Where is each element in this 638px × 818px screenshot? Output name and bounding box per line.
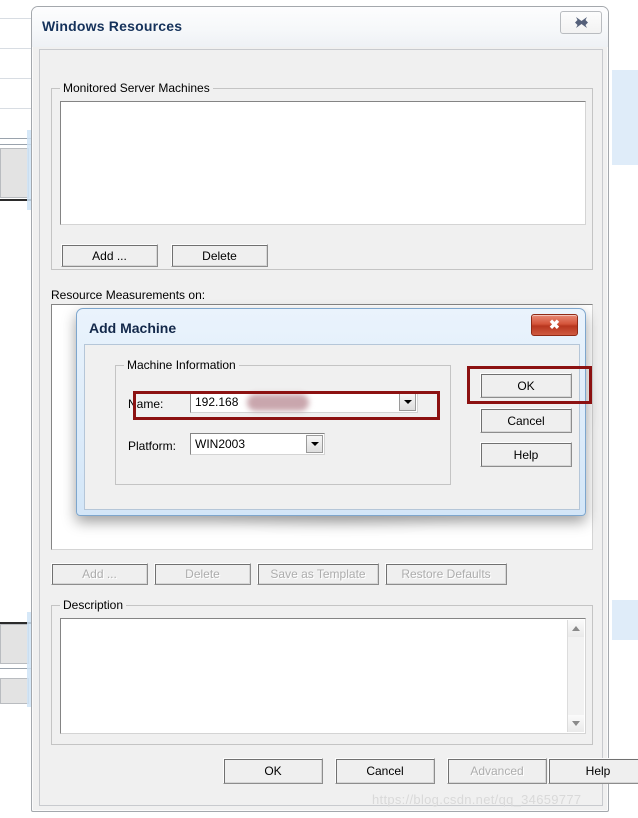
ok-button[interactable]: OK (223, 758, 323, 784)
triangle-down-icon[interactable] (568, 715, 584, 732)
platform-value: WIN2003 (195, 437, 246, 451)
bg-rule (0, 108, 31, 109)
screenshot-root: Windows Resources Monitored Server Machi… (0, 0, 638, 818)
add-machine-button[interactable]: Add ... (61, 244, 158, 267)
dialog-help-button[interactable]: Help (480, 442, 572, 467)
description-group: Description (51, 598, 593, 745)
description-textarea[interactable] (60, 618, 586, 734)
chevron-down-icon[interactable] (306, 435, 323, 453)
chevron-down-icon[interactable] (399, 393, 416, 411)
cancel-button[interactable]: Cancel (335, 758, 435, 784)
bg-glow (612, 600, 638, 640)
resource-measurements-label: Resource Measurements on: (51, 288, 206, 302)
description-legend: Description (60, 598, 127, 612)
platform-combobox[interactable]: WIN2003 (190, 433, 325, 455)
close-x-icon[interactable] (560, 11, 602, 34)
window-title: Windows Resources (42, 18, 183, 34)
restore-defaults-button: Restore Defaults (385, 563, 507, 585)
dialog-title: Add Machine (89, 320, 177, 336)
monitored-machines-list[interactable] (60, 101, 586, 225)
bg-rule (0, 18, 31, 19)
machine-information-group: Machine Information Name: 192.168 Platfo… (115, 358, 451, 485)
name-label: Name: (128, 397, 164, 411)
bg-panel (0, 678, 29, 704)
name-value: 192.168 (195, 395, 239, 409)
monitored-server-machines-legend: Monitored Server Machines (60, 81, 213, 95)
triangle-up-icon[interactable] (568, 620, 584, 637)
bg-panel (0, 148, 29, 198)
advanced-button: Advanced (447, 758, 547, 784)
machine-information-legend: Machine Information (124, 358, 239, 372)
description-scrollbar[interactable] (567, 620, 584, 732)
bg-panel (0, 624, 29, 664)
delete-machine-button[interactable]: Delete (171, 244, 268, 267)
redaction-blur (247, 394, 309, 411)
monitored-server-machines-group: Monitored Server Machines Add ... Delete (51, 81, 593, 270)
bg-glow (612, 70, 638, 165)
delete-measurement-button: Delete (154, 563, 251, 585)
dialog-body: Machine Information Name: 192.168 Platfo… (84, 344, 580, 510)
add-measurement-button: Add ... (51, 563, 148, 585)
save-as-template-button: Save as Template (257, 563, 379, 585)
platform-label: Platform: (128, 439, 177, 453)
window-titlebar: Windows Resources (32, 7, 608, 47)
bg-rule (0, 48, 31, 49)
bg-rule (0, 78, 31, 79)
close-x-icon[interactable]: ✖ (531, 314, 578, 336)
dialog-cancel-button[interactable]: Cancel (480, 408, 572, 433)
add-machine-dialog: Add Machine ✖ Machine Information Name: … (76, 308, 586, 516)
name-combobox[interactable]: 192.168 (190, 391, 418, 413)
dialog-ok-button[interactable]: OK (480, 373, 572, 398)
help-button[interactable]: Help (548, 758, 638, 784)
